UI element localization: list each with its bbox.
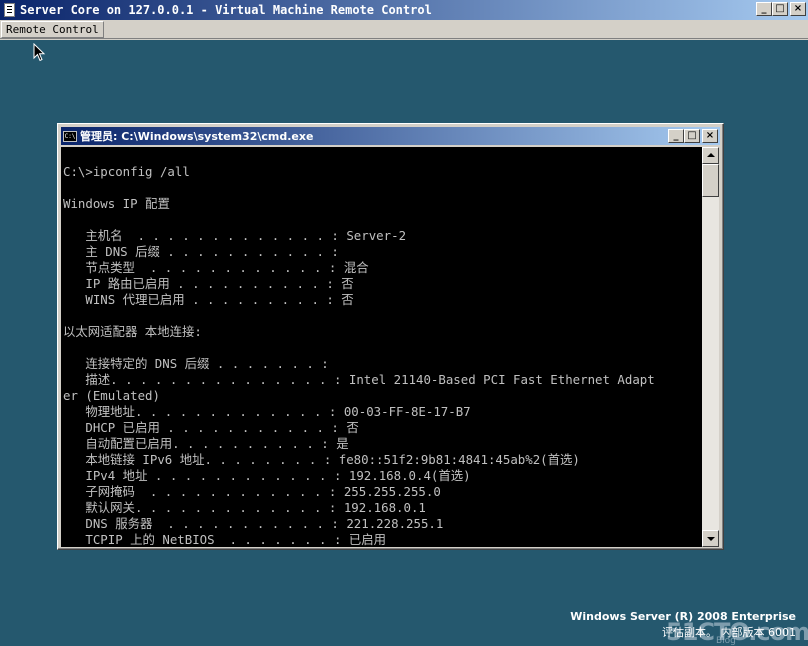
console-line: Windows IP 配置 <box>63 196 170 211</box>
cmd-minimize-button[interactable]: _ <box>668 129 684 143</box>
console-line: 主机名 . . . . . . . . . . . . . : Server-2 <box>63 228 407 243</box>
cmd-window[interactable]: C:\ 管理员: C:\Windows\system32\cmd.exe _ □… <box>57 123 724 550</box>
console-line: 子网掩码 . . . . . . . . . . . . : 255.255.2… <box>63 484 441 499</box>
console-line: DHCP 已启用 . . . . . . . . . . . : 否 <box>63 420 359 435</box>
arrow-up-icon <box>707 153 715 157</box>
console-line: 节点类型 . . . . . . . . . . . . : 混合 <box>63 260 369 275</box>
scroll-up-button[interactable] <box>702 147 719 164</box>
cmd-close-button[interactable]: × <box>702 129 718 143</box>
cmd-titlebar[interactable]: C:\ 管理员: C:\Windows\system32\cmd.exe <box>61 127 720 145</box>
close-button[interactable]: × <box>790 2 806 16</box>
cmd-restore-button[interactable]: □ <box>684 129 700 143</box>
console-line: 物理地址. . . . . . . . . . . . . : 00-03-FF… <box>63 404 471 419</box>
scroll-down-button[interactable] <box>702 530 719 547</box>
vmrc-app-icon <box>4 3 15 17</box>
console-line: WINS 代理已启用 . . . . . . . . . : 否 <box>63 292 354 307</box>
vertical-scrollbar[interactable] <box>702 147 719 547</box>
outer-window-title: Server Core on 127.0.0.1 - Virtual Machi… <box>20 3 432 17</box>
console-line: 默认网关. . . . . . . . . . . . . : 192.168.… <box>63 500 426 515</box>
mouse-cursor-icon <box>33 43 46 62</box>
console-line: 主 DNS 后缀 . . . . . . . . . . . : <box>63 244 339 259</box>
console-line: 自动配置已启用. . . . . . . . . . : 是 <box>63 436 349 451</box>
arrow-down-icon <box>707 537 715 541</box>
console-output[interactable]: C:\>ipconfig /all Windows IP 配置 主机名 . . .… <box>61 147 702 547</box>
console-line: IPv4 地址 . . . . . . . . . . . . : 192.16… <box>63 468 471 483</box>
minimize-button[interactable]: _ <box>756 2 772 16</box>
console-line: 描述. . . . . . . . . . . . . . . : Intel … <box>63 372 655 387</box>
console-line: er (Emulated) <box>63 388 160 403</box>
outer-window-titlebar[interactable]: Server Core on 127.0.0.1 - Virtual Machi… <box>0 0 808 20</box>
console-line: TCPIP 上的 NetBIOS . . . . . . . : 已启用 <box>63 532 387 547</box>
console-icon: C:\ <box>63 130 77 142</box>
console-line: C:\>ipconfig /all <box>63 164 190 179</box>
console-line: IP 路由已启用 . . . . . . . . . . : 否 <box>63 276 354 291</box>
os-name-label: Windows Server (R) 2008 Enterprise <box>570 610 796 623</box>
console-line: 连接特定的 DNS 后缀 . . . . . . . : <box>63 356 329 371</box>
restore-button[interactable]: □ <box>772 2 788 16</box>
console-line: 本地链接 IPv6 地址. . . . . . . . : fe80::51f2… <box>63 452 580 467</box>
console-line: DNS 服务器 . . . . . . . . . . . : 221.228.… <box>63 516 444 531</box>
os-edition-label: 评估副本。 内部版本 6001 <box>662 626 796 639</box>
menu-remote-control[interactable]: Remote Control <box>1 21 104 38</box>
console-line: 以太网适配器 本地连接: <box>63 324 202 339</box>
scrollbar-thumb[interactable] <box>702 164 719 197</box>
menu-bar: Remote Control <box>0 20 808 39</box>
cmd-window-title: 管理员: C:\Windows\system32\cmd.exe <box>80 130 314 143</box>
